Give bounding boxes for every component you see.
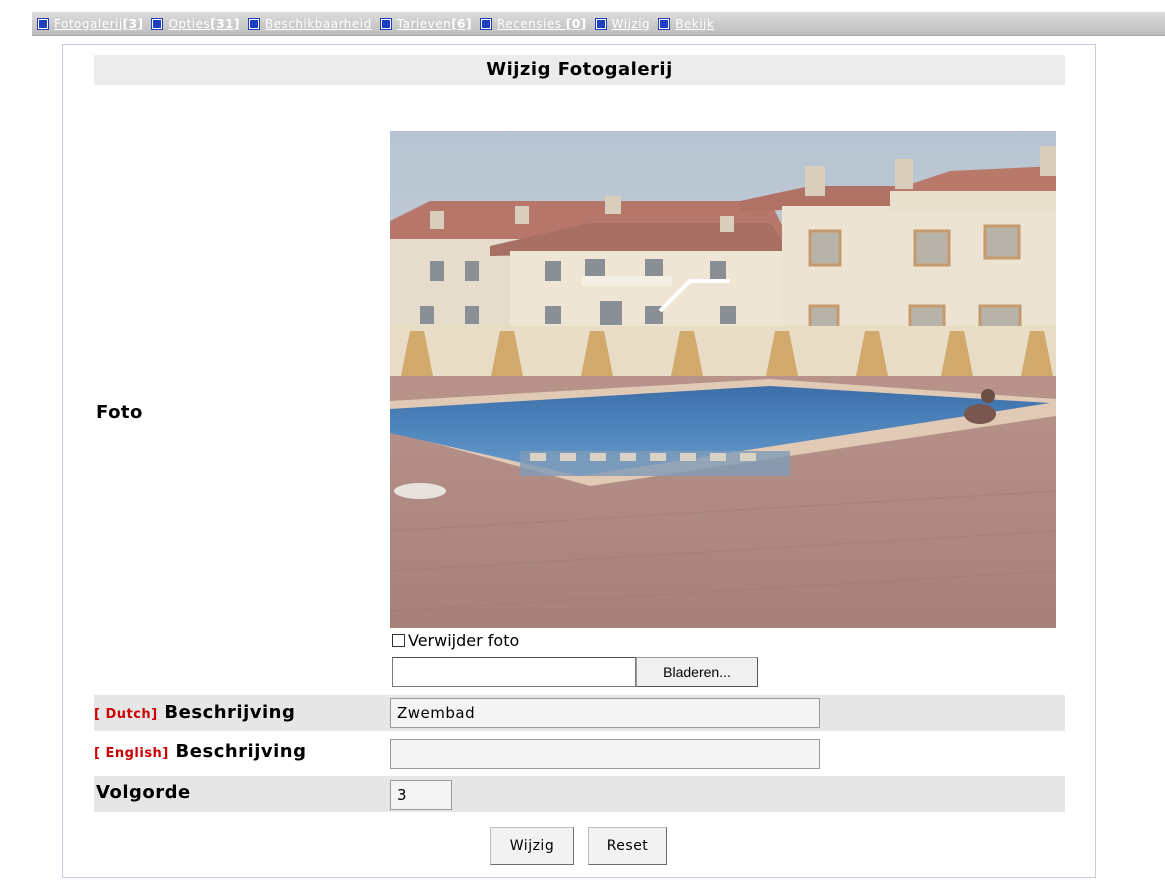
bullet-icon: [380, 18, 391, 29]
dutch-description-label: [ Dutch] Beschrijving: [94, 702, 296, 723]
dutch-language-tag: [ Dutch]: [94, 707, 158, 722]
nav-link-beschikbaarheid[interactable]: Beschikbaarheid: [265, 17, 372, 31]
bullet-icon: [595, 18, 606, 29]
english-description-label: [ English] Beschrijving: [94, 741, 307, 762]
reset-button[interactable]: Reset: [588, 827, 667, 865]
nav-link-opties[interactable]: Opties[31]: [168, 17, 239, 31]
browse-button[interactable]: Bladeren...: [636, 657, 758, 687]
pool-photo-image: [390, 131, 1056, 628]
page-title: Wijzig Fotogalerij: [94, 55, 1065, 85]
top-navigation: Fotogalerij[3] Opties[31] Beschikbaarhei…: [0, 0, 1165, 36]
nav-item-bekijk[interactable]: Bekijk: [659, 17, 714, 31]
nav-item-recensies[interactable]: Recensies [0]: [481, 17, 587, 31]
nav-item-fotogalerij[interactable]: Fotogalerij[3]: [38, 17, 143, 31]
delete-photo-option[interactable]: Verwijder foto: [392, 631, 519, 650]
nav-link-recensies[interactable]: Recensies [0]: [497, 17, 587, 31]
submit-button[interactable]: Wijzig: [490, 827, 574, 865]
bullet-icon: [659, 18, 670, 29]
order-row: [94, 776, 1065, 812]
delete-photo-checkbox[interactable]: [392, 634, 405, 647]
nav-item-beschikbaarheid[interactable]: Beschikbaarheid: [248, 17, 372, 31]
nav-link-tarieven[interactable]: Tarieven[6]: [397, 17, 472, 31]
nav-link-bekijk[interactable]: Bekijk: [675, 17, 714, 31]
bullet-icon: [152, 18, 163, 29]
nav-link-fotogalerij[interactable]: Fotogalerij[3]: [54, 17, 143, 31]
bullet-icon: [481, 18, 492, 29]
photo-file-input[interactable]: [392, 657, 636, 687]
photo-label: Foto: [96, 402, 143, 423]
edit-gallery-panel: Wijzig Fotogalerij Foto Verwijder foto B…: [62, 44, 1096, 878]
delete-photo-label: Verwijder foto: [408, 631, 520, 650]
bullet-icon: [248, 18, 259, 29]
nav-item-opties[interactable]: Opties[31]: [152, 17, 239, 31]
dutch-description-input[interactable]: Zwembad: [390, 698, 820, 728]
order-input[interactable]: 3: [390, 780, 452, 810]
nav-item-tarieven[interactable]: Tarieven[6]: [380, 17, 472, 31]
nav-strip: Fotogalerij[3] Opties[31] Beschikbaarhei…: [32, 12, 1165, 36]
nav-link-wijzig[interactable]: Wijzig: [612, 17, 651, 31]
english-description-input[interactable]: [390, 739, 820, 769]
order-label: Volgorde: [96, 782, 191, 803]
gallery-photo: [390, 131, 1056, 628]
bullet-icon: [38, 18, 48, 29]
english-language-tag: [ English]: [94, 746, 169, 761]
nav-item-wijzig[interactable]: Wijzig: [595, 17, 651, 31]
